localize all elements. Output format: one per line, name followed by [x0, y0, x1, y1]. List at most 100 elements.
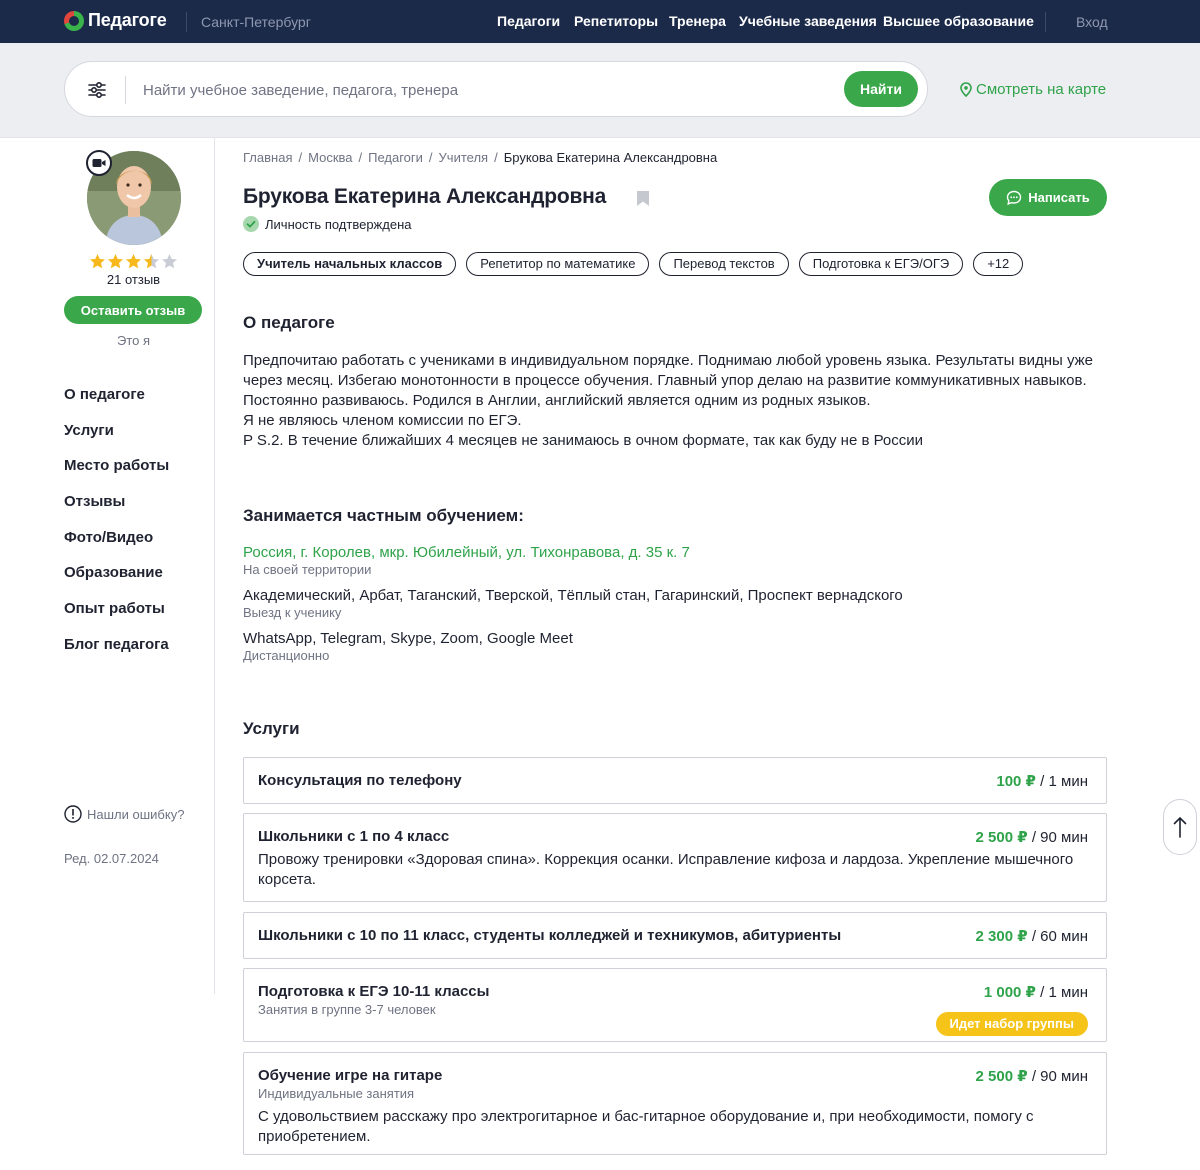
map-link[interactable]: Смотреть на карте — [960, 81, 1106, 98]
star-icon — [108, 254, 123, 269]
breadcrumb-teachers[interactable]: Педагоги — [368, 150, 423, 165]
service-price: 100 ₽ / 1 мин — [996, 772, 1088, 790]
about-heading: О педагоге — [243, 313, 335, 332]
service-card[interactable]: Обучение игре на гитаре 2 500 ₽ / 90 мин… — [243, 1052, 1107, 1155]
service-price: 2 500 ₽ / 90 мин — [976, 1067, 1089, 1085]
breadcrumb-city[interactable]: Москва — [308, 150, 352, 165]
breadcrumb-separator: / — [428, 150, 433, 165]
service-price-amount: 100 ₽ — [996, 773, 1036, 790]
nav-trainers[interactable]: Тренера — [669, 13, 726, 29]
city-selector[interactable]: Санкт-Петербург — [186, 12, 311, 32]
service-card[interactable]: Консультация по телефону 100 ₽ / 1 мин — [243, 757, 1107, 804]
service-price-unit: / 90 мин — [1027, 1068, 1088, 1085]
nav-higher-education[interactable]: Высшее образование — [883, 13, 1034, 29]
search-input[interactable] — [143, 79, 743, 101]
service-card[interactable]: Школьники с 10 по 11 класс, студенты кол… — [243, 912, 1107, 959]
its-me-link[interactable]: Это я — [64, 333, 203, 348]
about-text: Предпочитаю работать с учениками в индив… — [243, 351, 1107, 451]
service-description: С удовольствием расскажу про электрогита… — [258, 1108, 1034, 1145]
nav-teachers[interactable]: Педагоги — [497, 13, 560, 29]
districts-note: Выезд к ученику — [243, 605, 342, 620]
leave-review-button[interactable]: Оставить отзыв — [64, 296, 202, 324]
alert-circle-icon — [64, 805, 82, 823]
video-icon[interactable] — [86, 150, 112, 176]
side-menu-blog[interactable]: Блог педагога — [64, 635, 169, 671]
chat-bubble-icon — [1007, 190, 1022, 205]
nav-tutors[interactable]: Репетиторы — [574, 13, 658, 29]
online-note: Дистанционно — [243, 648, 330, 663]
service-title: Обучение игре на гитаре — [258, 1067, 443, 1084]
specialty-tags: Учитель начальных классов Репетитор по м… — [243, 252, 1024, 276]
about-paragraph: Предпочитаю работать с учениками в индив… — [243, 352, 1093, 409]
verified-label: Личность подтверждена — [265, 216, 412, 232]
tag-more[interactable]: +12 — [973, 252, 1024, 276]
rating-stars — [89, 253, 178, 270]
bookmark-icon[interactable] — [636, 190, 650, 207]
side-menu-about[interactable]: О педагоге — [64, 385, 169, 421]
logo[interactable]: Педагоге — [64, 10, 167, 31]
teacher-name: Брукова Екатерина Александровна — [243, 185, 607, 208]
private-teaching-heading: Занимается частным обучением: — [243, 506, 524, 525]
breadcrumb-school-teachers[interactable]: Учителя — [439, 150, 489, 165]
scroll-to-top-button[interactable] — [1163, 799, 1197, 855]
service-price-amount: 2 500 ₽ — [975, 1068, 1028, 1085]
star-icon — [90, 254, 105, 269]
top-navbar: Педагоге Санкт-Петербург Педагоги Репети… — [0, 0, 1200, 43]
service-description: Провожу тренировки «Здоровая спина». Кор… — [258, 851, 1074, 888]
address-link[interactable]: Россия, г. Королев, мкр. Юбилейный, ул. … — [243, 544, 690, 561]
service-price-unit: / 1 мин — [1036, 773, 1088, 790]
verified-status: Личность подтверждена — [243, 216, 411, 232]
tag-math-tutor[interactable]: Репетитор по математике — [466, 252, 650, 276]
breadcrumb-separator: / — [358, 150, 363, 165]
service-price-unit: / 60 мин — [1027, 928, 1088, 945]
search-box: Найти — [64, 61, 928, 117]
sidebar: 21 отзыв Оставить отзыв Это я О педагоге… — [0, 138, 215, 994]
search-button[interactable]: Найти — [844, 71, 918, 107]
service-price-amount: 2 300 ₽ — [975, 928, 1028, 945]
side-menu-services[interactable]: Услуги — [64, 421, 169, 457]
about-paragraph: Я не являюсь членом комиссии по ЕГЭ. — [243, 412, 522, 429]
filter-icon[interactable] — [87, 80, 107, 100]
report-error-label: Нашли ошибку? — [87, 806, 185, 822]
side-menu-photo-video[interactable]: Фото/Видео — [64, 528, 169, 564]
logo-text: Педагоге — [88, 10, 167, 30]
service-subtitle: Занятия в группе 3-7 человек — [258, 1002, 436, 1017]
reviews-count[interactable]: 21 отзыв — [64, 272, 203, 287]
service-title: Консультация по телефону — [258, 772, 462, 789]
side-menu-experience[interactable]: Опыт работы — [64, 599, 169, 635]
service-price-unit: / 1 мин — [1036, 984, 1088, 1001]
nav-schools[interactable]: Учебные заведения — [739, 13, 877, 29]
tag-exam-prep[interactable]: Подготовка к ЕГЭ/ОГЭ — [798, 252, 964, 276]
service-title: Школьники с 1 по 4 класс — [258, 828, 450, 845]
group-enrollment-badge: Идет набор группы — [935, 1012, 1088, 1036]
service-price: 1 000 ₽ / 1 мин — [984, 983, 1088, 1001]
report-error-link[interactable]: Нашли ошибку? — [64, 805, 184, 823]
districts: Академический, Арбат, Таганский, Тверско… — [243, 587, 903, 604]
service-price-amount: 1 000 ₽ — [983, 984, 1036, 1001]
edited-date: Ред. 02.07.2024 — [64, 851, 159, 866]
star-icon — [144, 254, 159, 269]
side-menu-education[interactable]: Образование — [64, 563, 169, 599]
search-strip: Найти Смотреть на карте — [0, 43, 1200, 138]
service-card[interactable]: Подготовка к ЕГЭ 10-11 классы 1 000 ₽ / … — [243, 968, 1107, 1042]
logo-icon — [64, 10, 84, 31]
address-note: На своей территории — [243, 562, 372, 577]
about-paragraph: P S.2. В течение ближайших 4 месяцев не … — [243, 432, 924, 449]
breadcrumb-separator: / — [494, 150, 498, 165]
service-subtitle: Индивидуальные занятия — [258, 1086, 415, 1101]
login-link[interactable]: Вход — [1076, 14, 1108, 30]
star-icon — [126, 254, 141, 269]
arrow-up-icon — [1173, 816, 1187, 838]
tag-primary-school-teacher[interactable]: Учитель начальных классов — [243, 252, 457, 276]
breadcrumb-home[interactable]: Главная — [243, 150, 292, 165]
service-price-amount: 2 500 ₽ — [975, 829, 1028, 846]
nav-divider — [1045, 12, 1046, 32]
side-menu-reviews[interactable]: Отзывы — [64, 492, 169, 528]
check-circle-icon — [243, 216, 259, 232]
side-menu-workplace[interactable]: Место работы — [64, 456, 169, 492]
write-message-button[interactable]: Написать — [989, 179, 1107, 216]
tag-translation[interactable]: Перевод текстов — [659, 252, 789, 276]
service-title: Школьники с 10 по 11 класс, студенты кол… — [258, 927, 842, 944]
service-card[interactable]: Школьники с 1 по 4 класс 2 500 ₽ / 90 ми… — [243, 813, 1107, 902]
search-separator — [125, 76, 126, 104]
